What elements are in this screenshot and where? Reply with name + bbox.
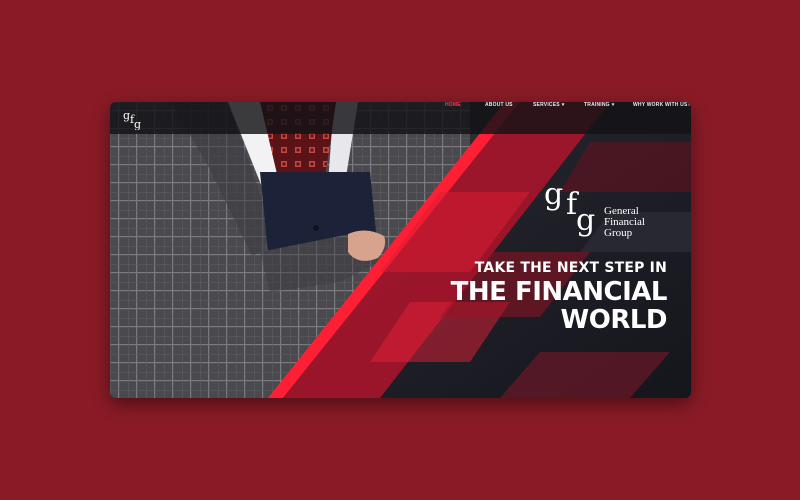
hero-line-3: WORLD <box>560 305 668 335</box>
gfg-monogram-large-icon: g f g <box>544 177 595 238</box>
nav-home[interactable]: HOME <box>445 102 461 108</box>
nav-services-label: SERVICES <box>533 102 560 108</box>
nav-why-work-with-us[interactable]: WHY WORK WITH US? <box>633 102 691 108</box>
nav-services[interactable]: SERVICES ▾ <box>533 102 565 108</box>
hero-line-2: THE FINANCIAL <box>450 277 668 307</box>
gfg-logo-small[interactable]: g f g <box>122 106 146 131</box>
nav-training-label: TRAINING <box>584 102 610 108</box>
brand-name: General Financial Group <box>604 206 645 239</box>
brand-name-line3: Group <box>604 227 633 239</box>
nav-training[interactable]: TRAINING ▾ <box>584 102 614 108</box>
gfg-brand-logo: g f g General Financial Group <box>542 174 682 254</box>
chevron-down-icon: ▾ <box>561 102 565 108</box>
chevron-down-icon: ▾ <box>611 102 615 108</box>
website-hero-card: g f g HOME ABOUT US SERVICES ▾ TRAINING ▾ … <box>110 102 691 398</box>
gfg-monogram-icon: g f g <box>123 109 142 131</box>
hero-headline: TAKE THE NEXT STEP IN THE FINANCIAL WORL… <box>450 260 668 335</box>
svg-text:g: g <box>576 203 595 238</box>
nav-about-us[interactable]: ABOUT US <box>485 102 513 108</box>
svg-text:g: g <box>544 177 563 212</box>
svg-text:g: g <box>123 109 130 122</box>
hero-line-1: TAKE THE NEXT STEP IN <box>474 260 667 276</box>
top-navigation-bar: g f g HOME ABOUT US SERVICES ▾ TRAINING ▾ … <box>110 102 691 134</box>
svg-text:g: g <box>134 118 141 130</box>
